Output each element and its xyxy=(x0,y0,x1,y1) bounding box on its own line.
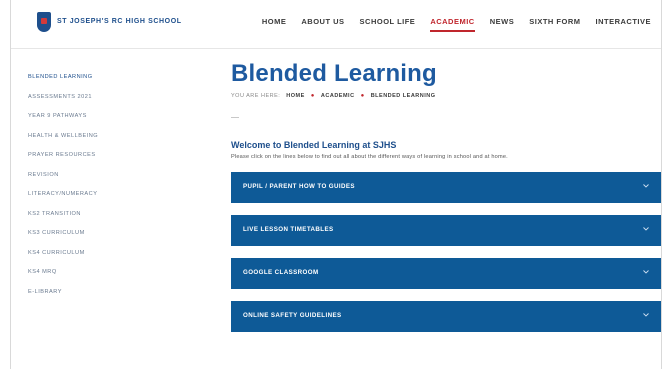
sidebar-item-assessments[interactable]: ASSESSMENTS 2021 xyxy=(28,88,178,108)
accordion-item-online-safety[interactable]: ONLINE SAFETY GUIDELINES xyxy=(231,301,661,332)
accordion-label: GOOGLE CLASSROOM xyxy=(243,269,319,276)
school-logo[interactable]: ST JOSEPH'S RC HIGH SCHOOL xyxy=(37,12,182,32)
chevron-down-icon xyxy=(643,313,649,317)
accordion: PUPIL / PARENT HOW TO GUIDES LIVE LESSON… xyxy=(231,172,661,332)
nav-news[interactable]: NEWS xyxy=(490,17,515,32)
accordion-item-live-lesson-timetables[interactable]: LIVE LESSON TIMETABLES xyxy=(231,215,661,246)
breadcrumb-academic[interactable]: ACADEMIC xyxy=(321,93,355,99)
nav-sixth-form[interactable]: SIXTH FORM xyxy=(529,17,580,32)
breadcrumb-separator-icon: ● xyxy=(360,93,365,99)
school-crest-icon xyxy=(37,12,51,32)
accordion-label: ONLINE SAFETY GUIDELINES xyxy=(243,312,342,319)
sidebar-item-e-library[interactable]: E-LIBRARY xyxy=(28,283,178,303)
chevron-down-icon xyxy=(643,184,649,188)
accordion-label: LIVE LESSON TIMETABLES xyxy=(243,226,334,233)
nav-school-life[interactable]: SCHOOL LIFE xyxy=(360,17,416,32)
chevron-down-icon xyxy=(643,227,649,231)
welcome-heading: Welcome to Blended Learning at SJHS xyxy=(231,140,397,150)
sidebar-item-health-wellbeing[interactable]: HEALTH & WELLBEING xyxy=(28,127,178,147)
breadcrumb: YOU ARE HERE: HOME ● ACADEMIC ● BLENDED … xyxy=(231,93,661,99)
chevron-down-icon xyxy=(643,270,649,274)
sidebar-item-ks2-transition[interactable]: KS2 TRANSITION xyxy=(28,205,178,225)
nav-interactive[interactable]: INTERACTIVE xyxy=(595,17,651,32)
header: ST JOSEPH'S RC HIGH SCHOOL HOME ABOUT US… xyxy=(11,0,661,49)
logo-text-block: ST JOSEPH'S RC HIGH SCHOOL xyxy=(57,18,182,26)
divider xyxy=(231,117,239,118)
sidebar-item-blended-learning[interactable]: BLENDED LEARNING xyxy=(28,68,178,88)
accordion-item-how-to-guides[interactable]: PUPIL / PARENT HOW TO GUIDES xyxy=(231,172,661,203)
main-content: Blended Learning YOU ARE HERE: HOME ● AC… xyxy=(231,60,661,344)
logo-text: ST JOSEPH'S RC HIGH SCHOOL xyxy=(57,18,182,25)
nav-academic[interactable]: ACADEMIC xyxy=(430,17,475,32)
sidebar-item-ks4-curriculum[interactable]: KS4 CURRICULUM xyxy=(28,244,178,264)
page-title: Blended Learning xyxy=(231,60,437,87)
accordion-item-google-classroom[interactable]: GOOGLE CLASSROOM xyxy=(231,258,661,289)
sidebar-item-prayer-resources[interactable]: PRAYER RESOURCES xyxy=(28,146,178,166)
sidebar-item-literacy-numeracy[interactable]: LITERACY/NUMERACY xyxy=(28,185,178,205)
sidebar-item-ks4-mrq[interactable]: KS4 MRQ xyxy=(28,263,178,283)
intro-text: Please click on the lines below to find … xyxy=(231,154,508,160)
nav-home[interactable]: HOME xyxy=(262,17,287,32)
sidebar-item-ks3-curriculum[interactable]: KS3 CURRICULUM xyxy=(28,224,178,244)
breadcrumb-separator-icon: ● xyxy=(310,93,315,99)
sidebar: BLENDED LEARNING ASSESSMENTS 2021 YEAR 9… xyxy=(28,68,178,302)
main-nav: HOME ABOUT US SCHOOL LIFE ACADEMIC NEWS … xyxy=(262,17,651,32)
sidebar-item-revision[interactable]: REVISION xyxy=(28,166,178,186)
accordion-label: PUPIL / PARENT HOW TO GUIDES xyxy=(243,183,355,190)
breadcrumb-prefix: YOU ARE HERE: xyxy=(231,93,281,99)
breadcrumb-home[interactable]: HOME xyxy=(286,93,305,99)
page-frame: ST JOSEPH'S RC HIGH SCHOOL HOME ABOUT US… xyxy=(10,0,662,369)
breadcrumb-current: BLENDED LEARNING xyxy=(370,93,436,99)
sidebar-item-year-9-pathways[interactable]: YEAR 9 PATHWAYS xyxy=(28,107,178,127)
nav-about-us[interactable]: ABOUT US xyxy=(301,17,344,32)
